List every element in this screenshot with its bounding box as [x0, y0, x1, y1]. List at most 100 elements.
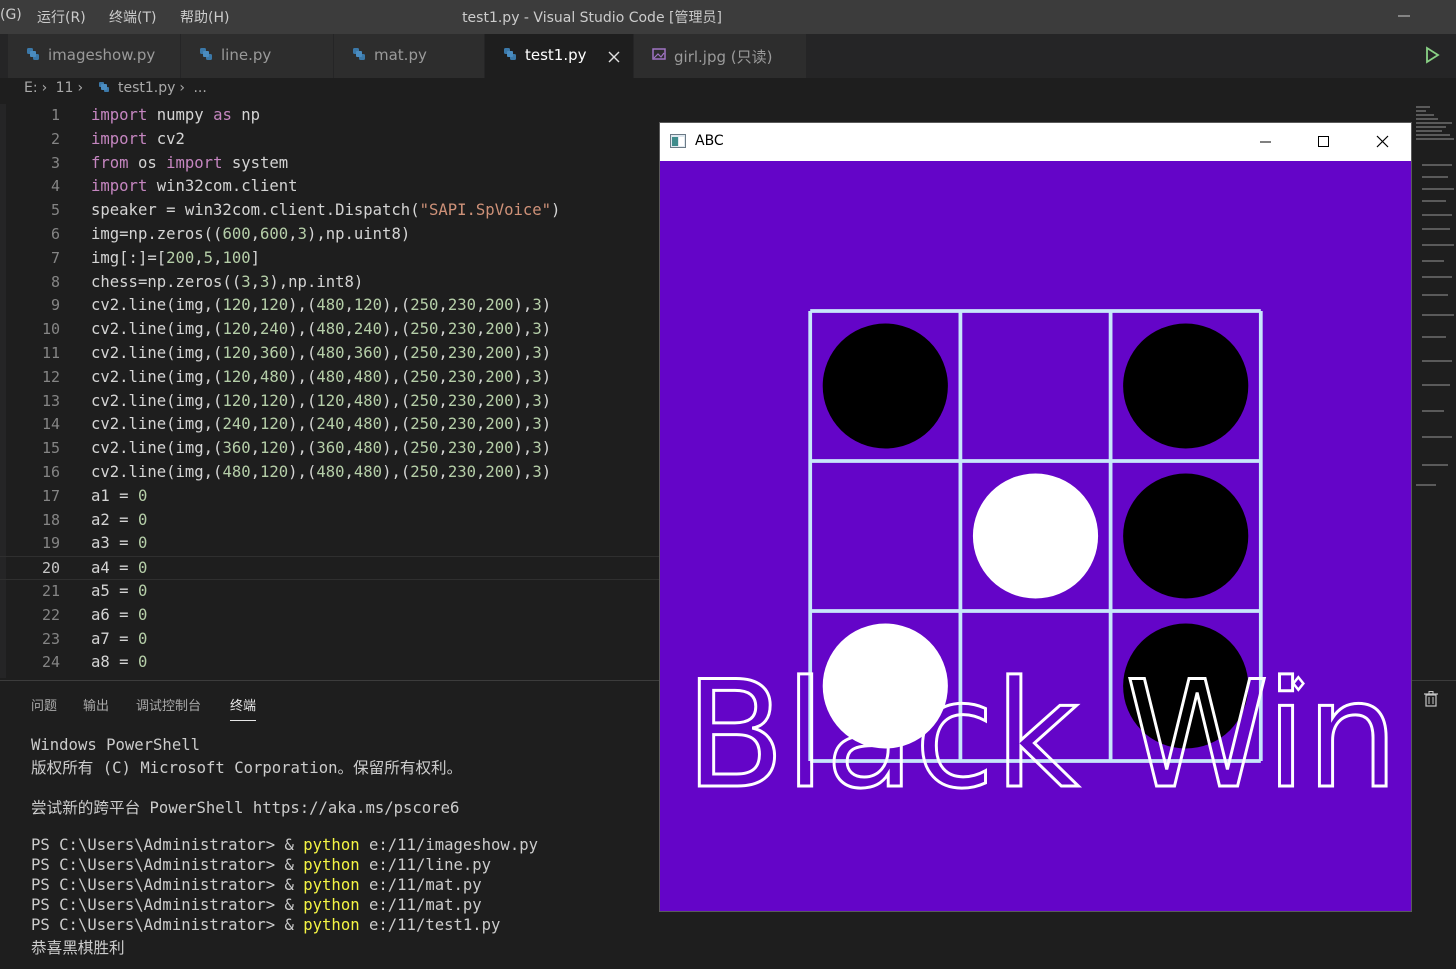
- code-line[interactable]: 2 import cv2: [0, 128, 660, 152]
- close-tab-button[interactable]: [607, 44, 621, 69]
- editor-tabbar: imageshow.py line.py mat.py test1.py gir…: [0, 34, 1456, 78]
- terminal-line: PS C:\Users\Administrator> & python e:/1…: [31, 896, 482, 916]
- terminal-line: 版权所有 (C) Microsoft Corporation。保留所有权利。: [31, 759, 463, 777]
- code-line[interactable]: 12 cv2.line(img,(120,480),(480,480),(250,…: [0, 366, 660, 390]
- cv-close-button[interactable]: [1353, 123, 1411, 161]
- line-number: 5: [50, 201, 60, 220]
- image-canvas[interactable]: Black Win: [660, 161, 1411, 911]
- code-line[interactable]: 10 cv2.line(img,(120,240),(480,240),(250,…: [0, 318, 660, 342]
- terminal-command: python: [303, 916, 360, 934]
- kill-terminal-button[interactable]: [1424, 691, 1438, 711]
- tab-debug-console[interactable]: 调试控制台: [136, 695, 201, 714]
- line-number: 4: [50, 177, 60, 196]
- code-text: cv2.line(img,(360,120),(360,480),(250,23…: [91, 439, 552, 458]
- image-file-icon: [652, 48, 666, 60]
- code-line[interactable]: 4 import win32com.client: [0, 175, 660, 199]
- line-number: 1: [50, 106, 60, 124]
- black-stone: [822, 323, 948, 449]
- code-line[interactable]: 11 cv2.line(img,(120,360),(480,360),(250,…: [0, 342, 660, 366]
- python-file-icon: [504, 48, 516, 60]
- code-line[interactable]: 18 a2 = 0: [0, 509, 660, 533]
- tab-output[interactable]: 输出: [83, 695, 109, 714]
- terminal-argument: e:/11/line.py: [359, 856, 492, 874]
- code-text: cv2.line(img,(120,360),(480,360),(250,23…: [91, 344, 552, 362]
- cv-window-title: ABC: [695, 133, 724, 149]
- breadcrumb-more[interactable]: ...: [193, 80, 206, 96]
- chevron-right-icon: ›: [179, 80, 185, 96]
- minimap[interactable]: [1414, 104, 1456, 504]
- line-number: 23: [41, 629, 60, 648]
- code-text: cv2.line(img,(120,120),(480,120),(250,23…: [91, 296, 552, 315]
- tab-imageshow[interactable]: imageshow.py: [8, 34, 181, 78]
- code-line[interactable]: 1 import numpy as np: [0, 104, 660, 128]
- breadcrumb-drive[interactable]: E:: [24, 80, 38, 96]
- code-line[interactable]: 19 a3 = 0: [0, 532, 660, 556]
- code-line[interactable]: 14 cv2.line(img,(240,120),(240,480),(250,…: [0, 413, 660, 437]
- terminal-prompt: PS C:\Users\Administrator> &: [31, 856, 304, 874]
- run-button[interactable]: [1424, 46, 1440, 68]
- python-file-icon: [98, 82, 109, 92]
- chevron-right-icon: ›: [77, 80, 84, 96]
- tab-line[interactable]: line.py: [181, 34, 334, 78]
- minimize-icon: [1260, 141, 1271, 143]
- line-number: 21: [41, 582, 60, 600]
- cv-window-titlebar: ABC: [660, 123, 1411, 161]
- code-text: import win32com.client: [91, 177, 298, 196]
- code-text: img=np.zeros((600,600,3),np.uint8): [91, 225, 411, 243]
- breadcrumb-folder[interactable]: 11: [56, 80, 74, 96]
- code-line[interactable]: 21 a5 = 0: [0, 580, 660, 604]
- line-number: 2: [50, 129, 60, 148]
- tab-test1[interactable]: test1.py: [485, 34, 634, 78]
- tab-label: girl.jpg (只读): [674, 48, 773, 66]
- code-editor[interactable]: 1 import numpy as np 2 import cv2 3 from os i…: [0, 104, 660, 678]
- window-titlebar: (G) 运行(R) 终端(T) 帮助(H) test1.py - Visual …: [0, 0, 1456, 34]
- play-icon: [1426, 46, 1440, 64]
- close-icon: [608, 51, 620, 63]
- code-text: cv2.line(img,(240,120),(240,480),(250,23…: [91, 415, 552, 434]
- terminal-prompt: PS C:\Users\Administrator> &: [31, 876, 304, 894]
- terminal-prompt: PS C:\Users\Administrator> &: [31, 916, 304, 934]
- code-line[interactable]: 24 a8 = 0: [0, 651, 660, 675]
- line-number: 6: [50, 225, 60, 243]
- code-text: chess=np.zeros((3,3),np.int8): [91, 272, 364, 291]
- code-line[interactable]: 6 img=np.zeros((600,600,3),np.uint8): [0, 223, 660, 247]
- minimap-preview: [1414, 104, 1456, 504]
- terminal-command: python: [303, 856, 360, 874]
- terminal-line: 尝试新的跨平台 PowerShell https://aka.ms/pscore…: [31, 799, 460, 817]
- code-line[interactable]: 15 cv2.line(img,(360,120),(360,480),(250,…: [0, 437, 660, 461]
- code-line[interactable]: 5 speaker = win32com.client.Dispatch("SAP…: [0, 199, 660, 223]
- code-line[interactable]: 7 img[:]=[200,5,100]: [0, 247, 660, 271]
- tab-girl-jpg[interactable]: girl.jpg (只读): [634, 34, 807, 78]
- tab-label: test1.py: [525, 46, 587, 64]
- code-line[interactable]: 23 a7 = 0: [0, 628, 660, 652]
- opencv-window: ABC Black Win: [659, 122, 1412, 912]
- breadcrumb-file[interactable]: test1.py: [118, 80, 175, 96]
- code-text: a1 = 0: [91, 486, 148, 505]
- app-window-icon: [670, 134, 686, 148]
- code-text: a7 = 0: [91, 629, 148, 648]
- tab-mat[interactable]: mat.py: [334, 34, 485, 78]
- code-line[interactable]: 22 a6 = 0: [0, 604, 660, 628]
- cv-maximize-button[interactable]: [1294, 123, 1352, 161]
- tab-terminal[interactable]: 终端: [230, 695, 257, 721]
- code-line[interactable]: 13 cv2.line(img,(120,120),(120,480),(250,…: [0, 390, 660, 414]
- chevron-right-icon: ›: [41, 80, 48, 96]
- code-text: a6 = 0: [91, 605, 148, 624]
- code-line[interactable]: 20 a4 = 0: [0, 556, 660, 581]
- code-text: a8 = 0: [91, 653, 148, 672]
- code-line[interactable]: 9 cv2.line(img,(120,120),(480,120),(250,2…: [0, 294, 660, 318]
- minimize-button[interactable]: [1386, 0, 1432, 34]
- line-number: 9: [50, 296, 60, 315]
- cv-minimize-button[interactable]: [1236, 123, 1294, 161]
- code-line[interactable]: 8 chess=np.zeros((3,3),np.int8): [0, 271, 660, 295]
- code-line[interactable]: 17 a1 = 0: [0, 485, 660, 509]
- tab-problems[interactable]: 问题: [31, 695, 57, 714]
- code-line[interactable]: 16 cv2.line(img,(480,120),(480,480),(250,…: [0, 461, 660, 485]
- line-number: 10: [41, 320, 60, 339]
- code-text: img[:]=[200,5,100]: [91, 248, 261, 267]
- black-stone: [1123, 323, 1249, 449]
- terminal-line: PS C:\Users\Administrator> & python e:/1…: [31, 916, 500, 936]
- tab-label: imageshow.py: [48, 46, 156, 64]
- black-stone: [1123, 473, 1249, 599]
- code-line[interactable]: 3 from os import system: [0, 152, 660, 176]
